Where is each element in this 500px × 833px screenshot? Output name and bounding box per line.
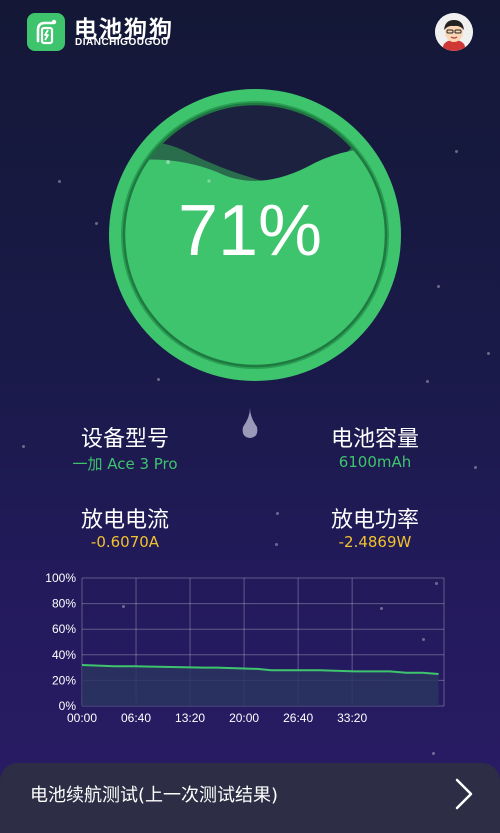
capacity-value: 6100mAh — [338, 453, 412, 471]
current-value: -0.6070A — [90, 533, 160, 551]
app-subtitle: DIANCHIGOUGOU — [75, 37, 169, 48]
star-dot — [432, 752, 435, 755]
star-dot — [455, 150, 458, 153]
x-tick-label: 13:20 — [175, 711, 205, 725]
star-dot — [22, 445, 25, 448]
battery-history-chart: 100%80%60%40%20%0%00:00 06:40 13:20 20:00 26… — [45, 571, 445, 725]
app-logo-icon — [27, 13, 65, 51]
y-tick-label: 40% — [52, 648, 76, 662]
power-label: 放电功率 — [330, 508, 419, 533]
chevron-right-icon — [455, 778, 473, 810]
model-label: 设备型号 — [80, 427, 169, 452]
x-tick-label: 06:40 — [121, 711, 151, 725]
star-dot — [474, 466, 477, 469]
star-dot — [426, 380, 429, 383]
capacity-label: 电池容量 — [330, 427, 419, 452]
star-dot — [487, 352, 490, 355]
y-tick-label: 20% — [52, 673, 76, 687]
user-avatar[interactable] — [435, 13, 473, 51]
current-label: 放电电流 — [80, 508, 169, 533]
battery-percent: 71% — [177, 191, 323, 271]
water-drop-icon — [242, 408, 258, 438]
y-tick-label: 80% — [52, 597, 76, 611]
star-dot — [275, 543, 278, 546]
power-value: -2.4869W — [338, 533, 412, 551]
y-tick-label: 100% — [45, 571, 76, 585]
x-tick-label: 20:00 — [229, 711, 259, 725]
x-tick-label: 33:20 — [337, 711, 367, 725]
endurance-test-button[interactable]: 电池续航测试(上一次测试结果) — [0, 763, 500, 833]
star-dot — [95, 222, 98, 225]
star-dot — [276, 512, 279, 515]
endurance-test-label: 电池续航测试(上一次测试结果) — [30, 785, 279, 806]
star-dot — [58, 180, 61, 183]
model-value: 一加 Ace 3 Pro — [72, 455, 178, 473]
star-dot — [437, 285, 440, 288]
app-header: 电池狗狗 DIANCHIGOUGOU — [0, 0, 500, 64]
x-tick-label: 00:00 — [67, 711, 97, 725]
y-tick-label: 60% — [52, 622, 76, 636]
x-tick-label: 26:40 — [283, 711, 313, 725]
